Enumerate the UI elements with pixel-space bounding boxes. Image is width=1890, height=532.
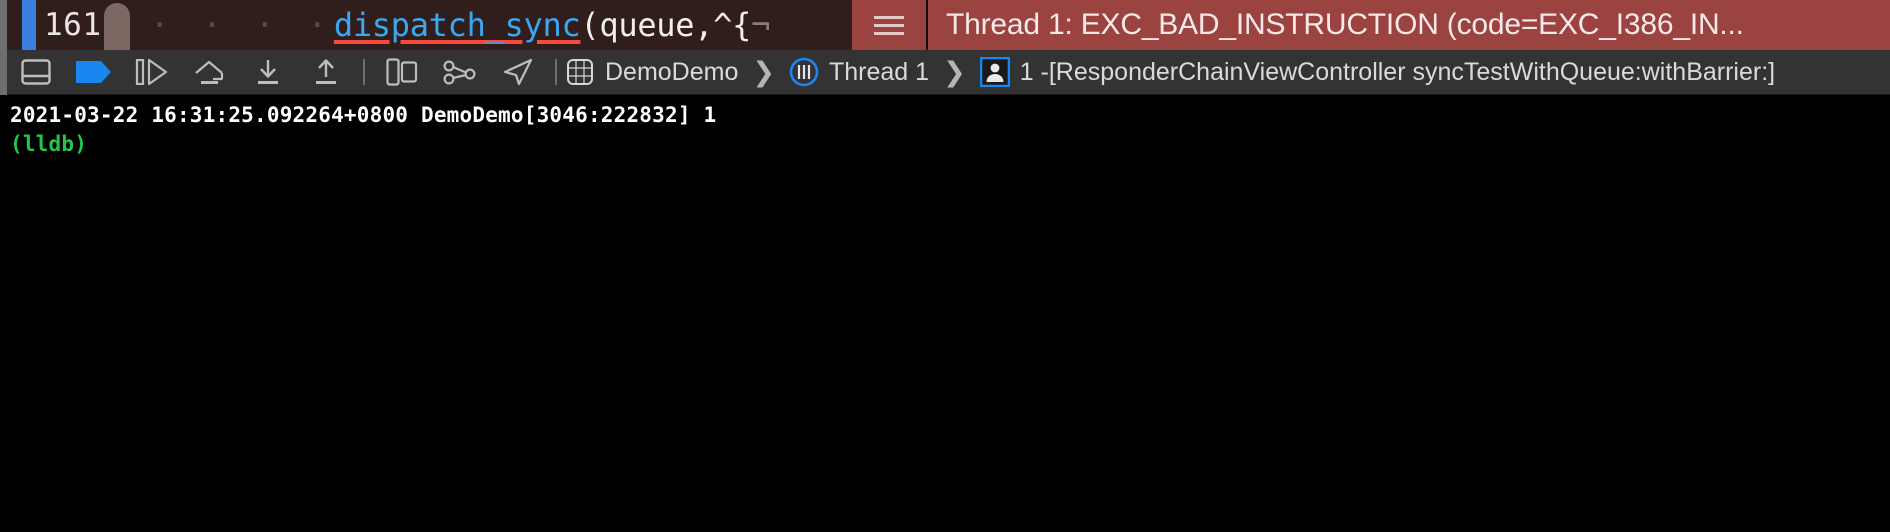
debug-view-hierarchy-icon[interactable] [373, 50, 431, 95]
code-tail-text: (queue,^{ [580, 6, 752, 44]
breakpoint-toggle-icon[interactable] [65, 50, 123, 95]
breadcrumb-process-label[interactable]: DemoDemo [605, 58, 738, 87]
indent-guide-dots: · · · · [150, 6, 334, 44]
error-message-text: Thread 1: EXC_BAD_INSTRUCTION (code=EXC_… [946, 8, 1744, 41]
toolbar-separator-2 [555, 59, 557, 85]
toolbar-left-edge-strip [0, 50, 7, 95]
process-cube-icon[interactable] [565, 57, 595, 87]
breadcrumb-separator-2: ❯ [943, 56, 966, 87]
lldb-prompt-line[interactable]: (lldb) [10, 130, 1890, 159]
block-end-glyph: ¬ [751, 6, 771, 44]
current-execution-marker [22, 0, 36, 50]
debug-memory-graph-icon[interactable] [431, 50, 489, 95]
breadcrumb-frame-label[interactable]: 1 -[ResponderChainViewController syncTes… [1020, 58, 1775, 87]
line-number-gutter: 161 [44, 7, 102, 43]
hamburger-lines-icon[interactable] [852, 0, 928, 50]
breadcrumb-thread-label[interactable]: Thread 1 [829, 58, 929, 87]
inline-error-banner[interactable]: Thread 1: EXC_BAD_INSTRUCTION (code=EXC_… [852, 0, 1890, 50]
thread-icon[interactable] [789, 57, 819, 87]
code-line-content[interactable]: · · · · dispatch_sync (queue,^{ ¬ [150, 0, 770, 50]
source-code-line-row: 161 · · · · dispatch_sync (queue,^{ ¬ Th… [0, 0, 1890, 50]
toolbar-separator [363, 59, 365, 85]
step-out-icon[interactable] [297, 50, 355, 95]
breakpoint-marker[interactable] [104, 3, 130, 50]
editor-left-edge-strip [0, 0, 7, 50]
stack-frame-person-icon[interactable] [979, 57, 1010, 87]
breadcrumb: DemoDemo ❯ Thread 1 ❯ 1 -[ResponderChain… [565, 57, 1775, 88]
debug-bar: DemoDemo ❯ Thread 1 ❯ 1 -[ResponderChain… [0, 50, 1890, 95]
breadcrumb-separator-1: ❯ [752, 56, 775, 87]
simulate-location-icon[interactable] [489, 50, 547, 95]
step-over-icon[interactable] [181, 50, 239, 95]
console-output-area[interactable]: 2021-03-22 16:31:25.092264+0800 DemoDemo… [0, 95, 1890, 532]
xcode-debug-window: 161 · · · · dispatch_sync (queue,^{ ¬ Th… [0, 0, 1890, 532]
hide-debug-area-icon[interactable] [7, 50, 65, 95]
step-into-icon[interactable] [239, 50, 297, 95]
console-log-line: 2021-03-22 16:31:25.092264+0800 DemoDemo… [10, 103, 717, 127]
continue-execution-icon[interactable] [123, 50, 181, 95]
dispatch-sync-symbol[interactable]: dispatch_sync [334, 6, 581, 44]
